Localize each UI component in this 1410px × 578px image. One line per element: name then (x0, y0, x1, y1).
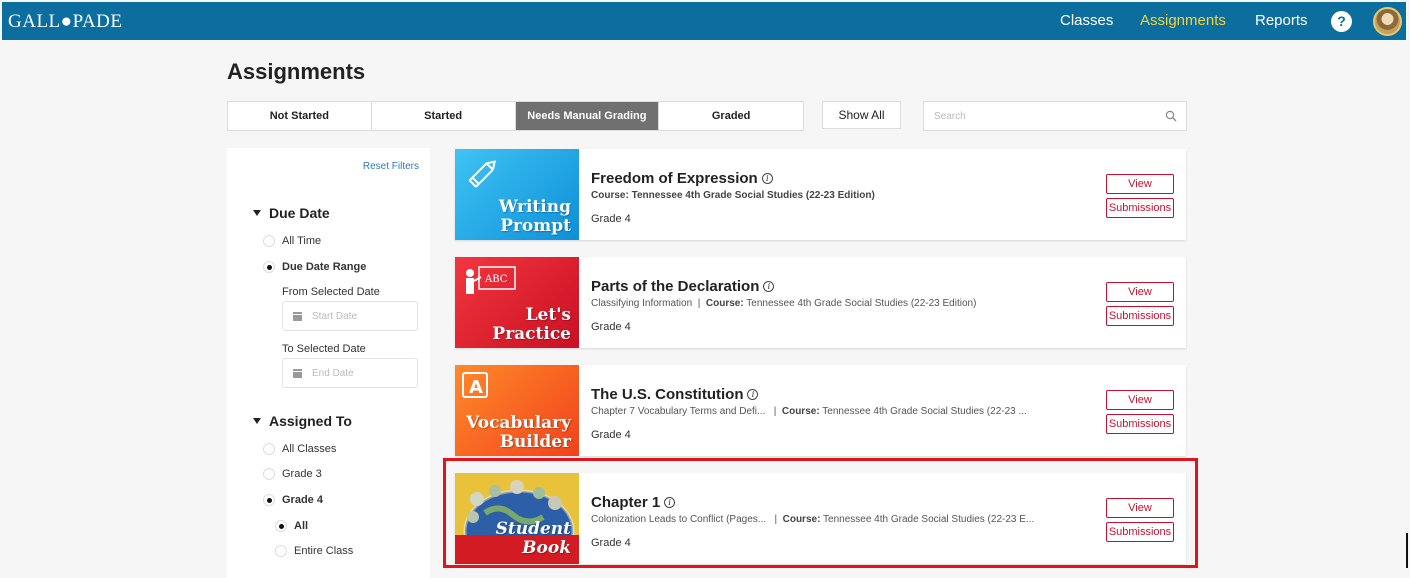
nav-classes[interactable]: Classes (1060, 12, 1113, 29)
calendar-icon (293, 368, 302, 378)
view-button[interactable]: View (1106, 390, 1174, 410)
option-grade-3[interactable]: Grade 3 (263, 468, 322, 480)
search-icon[interactable] (1165, 110, 1177, 122)
assignment-card[interactable]: Writing Prompt Freedom of Expression i Co… (455, 149, 1186, 240)
start-date-field[interactable]: Start Date (282, 301, 418, 331)
pencil-icon (468, 160, 496, 188)
avatar[interactable] (1373, 7, 1402, 36)
thumbnail-label: Writing Prompt (498, 197, 571, 236)
option-label: Grade 4 (282, 494, 323, 506)
view-button[interactable]: View (1106, 282, 1174, 302)
assignment-meta: Course: Tennessee 4th Grade Social Studi… (591, 190, 875, 201)
option-label: All Classes (282, 443, 337, 455)
search-input[interactable] (924, 102, 1154, 130)
writing-prompt-thumbnail: Writing Prompt (455, 149, 579, 240)
radio-selected-icon (263, 261, 275, 273)
status-tabs: Not Started Started Needs Manual Grading… (227, 101, 804, 131)
radio-icon (275, 545, 287, 557)
option-entire-class[interactable]: Entire Class (275, 545, 353, 557)
to-date-label: To Selected Date (282, 343, 366, 355)
option-label: Grade 3 (282, 468, 322, 480)
assignment-card[interactable]: A Vocabulary Builder The U.S. Constituti… (455, 365, 1186, 456)
radio-icon (263, 235, 275, 247)
caret-down-icon (253, 418, 261, 424)
radio-selected-icon (263, 494, 275, 506)
view-button[interactable]: View (1106, 174, 1174, 194)
from-date-label: From Selected Date (282, 286, 380, 298)
page-title: Assignments (227, 59, 366, 84)
letter-a-icon: A (462, 372, 488, 398)
option-all-students[interactable]: All (275, 520, 308, 532)
search-box (923, 101, 1187, 131)
option-label: Entire Class (294, 545, 354, 557)
option-all-classes[interactable]: All Classes (263, 443, 336, 455)
assignment-grade: Grade 4 (591, 429, 631, 441)
radio-selected-icon (275, 520, 287, 532)
tab-not-started[interactable]: Not Started (228, 102, 372, 130)
calendar-icon (293, 311, 302, 321)
tab-graded[interactable]: Graded (659, 102, 803, 130)
thumbnail-label: Vocabulary Builder (466, 413, 571, 452)
vocabulary-builder-thumbnail: A Vocabulary Builder (455, 365, 579, 456)
assignment-meta: Chapter 7 Vocabulary Terms and Defi... |… (591, 406, 1027, 417)
due-date-heading[interactable]: Due Date (253, 205, 330, 221)
assigned-to-heading[interactable]: Assigned To (253, 413, 352, 429)
caret-down-icon (253, 210, 261, 216)
tab-started[interactable]: Started (372, 102, 516, 130)
lets-practice-thumbnail: ABC Let's Practice (455, 257, 579, 348)
option-all-time[interactable]: All Time (263, 235, 321, 247)
info-icon[interactable]: i (763, 281, 775, 292)
end-date-placeholder: End Date (312, 367, 354, 379)
due-date-heading-label: Due Date (269, 205, 330, 221)
assigned-to-heading-label: Assigned To (269, 413, 352, 429)
start-date-placeholder: Start Date (312, 310, 358, 322)
option-label: Due Date Range (282, 261, 367, 273)
assignment-title[interactable]: Freedom of Expression i (591, 170, 773, 187)
assignment-grade: Grade 4 (591, 213, 631, 225)
reset-filters-link[interactable]: Reset Filters (363, 161, 419, 172)
option-grade-4[interactable]: Grade 4 (263, 494, 323, 506)
tab-needs-manual-grading[interactable]: Needs Manual Grading (515, 102, 660, 130)
thumbnail-label: Let's Practice (492, 305, 571, 344)
teacher-board-icon: ABC (466, 266, 516, 294)
show-all-button[interactable]: Show All (822, 101, 901, 129)
option-label: All Time (282, 235, 322, 247)
top-navigation-bar: GALL●PADE Classes Assignments Reports ? (2, 2, 1406, 40)
help-icon[interactable]: ? (1331, 11, 1352, 32)
assignment-grade: Grade 4 (591, 321, 631, 333)
assignment-meta: Classifying Information | Course: Tennes… (591, 298, 977, 309)
nav-assignments[interactable]: Assignments (1140, 12, 1226, 29)
submissions-button[interactable]: Submissions (1106, 414, 1174, 434)
radio-icon (263, 443, 275, 455)
highlight-box (443, 458, 1198, 568)
radio-icon (263, 468, 275, 480)
end-date-field[interactable]: End Date (282, 358, 418, 388)
badge-text: ABC (484, 274, 508, 285)
badge-text: A (469, 377, 483, 398)
gallopade-logo[interactable]: GALL●PADE (8, 11, 123, 33)
assignment-title[interactable]: The U.S. Constitution i (591, 386, 759, 403)
assignment-card[interactable]: ABC Let's Practice Parts of the Declarat… (455, 257, 1186, 348)
submissions-button[interactable]: Submissions (1106, 306, 1174, 326)
assignment-title[interactable]: Parts of the Declaration i (591, 278, 775, 295)
filter-sidebar: Reset Filters Due Date All Time Due Date… (227, 148, 430, 578)
nav-reports[interactable]: Reports (1255, 12, 1308, 29)
submissions-button[interactable]: Submissions (1106, 198, 1174, 218)
text-cursor (1406, 533, 1408, 568)
option-label: All (294, 520, 309, 532)
option-due-date-range[interactable]: Due Date Range (263, 261, 366, 273)
info-icon[interactable]: i (747, 389, 759, 400)
info-icon[interactable]: i (761, 173, 773, 184)
